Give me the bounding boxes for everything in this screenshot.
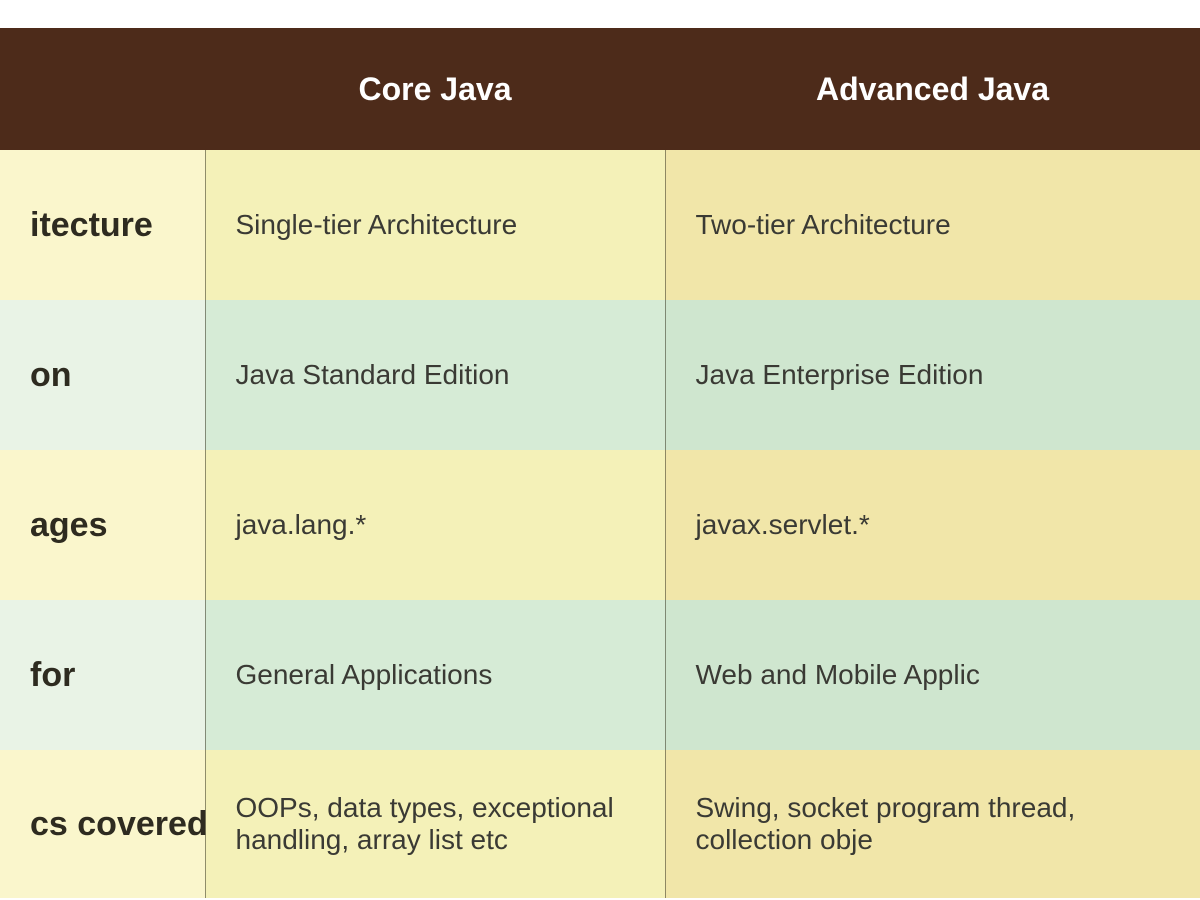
cell-core: General Applications <box>205 600 665 750</box>
cell-advanced: javax.servlet.* <box>665 450 1200 600</box>
header-advanced-java: Advanced Java <box>665 28 1200 150</box>
row-label-packages: ages <box>0 450 205 600</box>
row-label-usedfor: for <box>0 600 205 750</box>
table-row: on Java Standard Edition Java Enterprise… <box>0 300 1200 450</box>
table-row: ages java.lang.* javax.servlet.* <box>0 450 1200 600</box>
table-row: cs covered OOPs, data types, exceptional… <box>0 750 1200 898</box>
cell-advanced: Java Enterprise Edition <box>665 300 1200 450</box>
row-label-edition: on <box>0 300 205 450</box>
comparison-table: Core Java Advanced Java itecture Single-… <box>0 28 1200 898</box>
table-row: for General Applications Web and Mobile … <box>0 600 1200 750</box>
row-label-topics: cs covered <box>0 750 205 898</box>
row-label-architecture: itecture <box>0 150 205 300</box>
header-core-java: Core Java <box>205 28 665 150</box>
cell-advanced: Two-tier Architecture <box>665 150 1200 300</box>
cell-core: Single-tier Architecture <box>205 150 665 300</box>
table-row: itecture Single-tier Architecture Two-ti… <box>0 150 1200 300</box>
cell-advanced: Web and Mobile Applic <box>665 600 1200 750</box>
cell-core: Java Standard Edition <box>205 300 665 450</box>
cell-core: OOPs, data types, exceptional handling, … <box>205 750 665 898</box>
comparison-table-wrapper: Core Java Advanced Java itecture Single-… <box>0 0 1200 900</box>
header-blank <box>0 28 205 150</box>
cell-core: java.lang.* <box>205 450 665 600</box>
header-row: Core Java Advanced Java <box>0 28 1200 150</box>
cell-advanced: Swing, socket program thread, collection… <box>665 750 1200 898</box>
